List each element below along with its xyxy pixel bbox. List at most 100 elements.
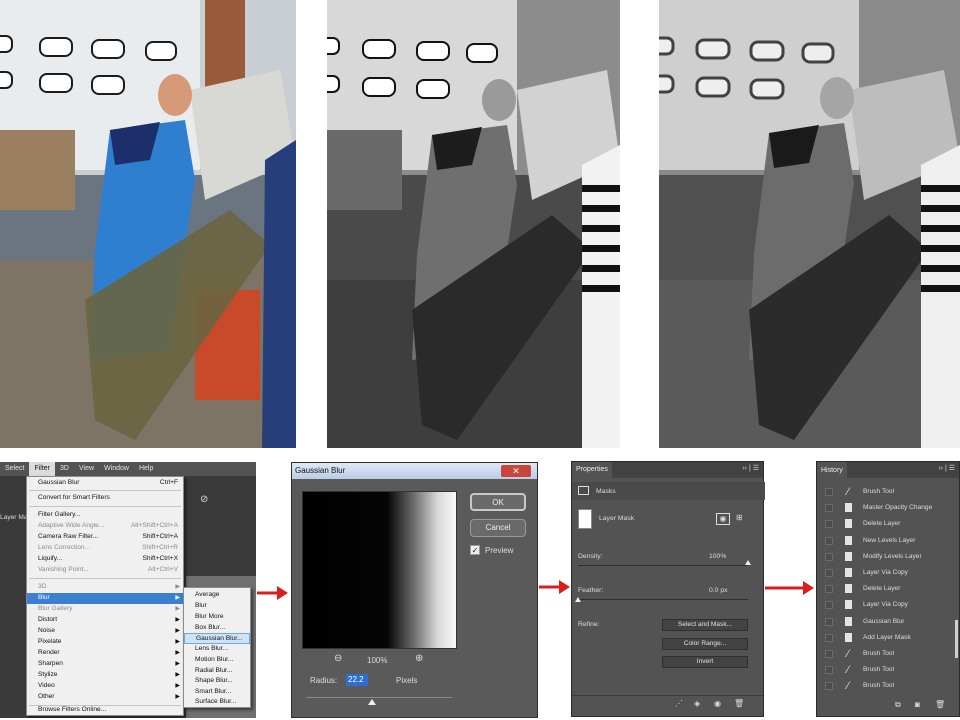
radius-slider-track[interactable]	[306, 697, 452, 698]
snapshot-source-checkbox[interactable]	[825, 488, 833, 496]
history-item[interactable]: ⁄ Brush Tool	[817, 678, 960, 694]
menu-item-filter-gallery[interactable]: Filter Gallery...	[27, 510, 183, 521]
eye-icon[interactable]: ◉	[714, 699, 721, 708]
submenu-item-average[interactable]: Average	[184, 590, 250, 601]
photo-blurred-background	[659, 0, 960, 448]
cancel-button[interactable]: Cancel	[470, 519, 526, 537]
menu-item-last-filter[interactable]: Gaussian Blur Ctrl+F	[27, 478, 183, 489]
snapshot-source-checkbox[interactable]	[825, 552, 833, 561]
apply-mask-icon[interactable]: ◈	[694, 699, 700, 708]
select-and-mask-button[interactable]: Select and Mask...	[662, 619, 748, 631]
menu-item-blur[interactable]: Blur ▶	[27, 593, 183, 604]
menu-item-vanishing-point[interactable]: Vanishing Point... Alt+Ctrl+V	[27, 565, 183, 576]
feather-slider-track[interactable]	[578, 599, 748, 600]
trash-icon[interactable]: 🗑	[734, 699, 744, 708]
panel-menu-icon[interactable]: ›› | ☰	[742, 464, 759, 472]
menu-item-adaptive-wide-angle[interactable]: Adaptive Wide Angle... Alt+Shift+Ctrl+A	[27, 521, 183, 532]
submenu-item-shape-blur[interactable]: Shape Blur...	[184, 676, 250, 687]
radius-slider-thumb[interactable]	[368, 699, 376, 705]
menu-3d[interactable]: 3D	[55, 462, 74, 476]
menu-item-noise[interactable]: Noise ▶	[27, 626, 183, 637]
history-item[interactable]: Delete Layer	[817, 581, 960, 597]
submenu-item-surface-blur[interactable]: Surface Blur...	[184, 697, 250, 708]
menu-item-convert-smart-filters[interactable]: Convert for Smart Filters	[27, 493, 183, 504]
preview-checkbox[interactable]: ✓	[470, 545, 480, 555]
submenu-item-gaussian-blur[interactable]: Gaussian Blur...	[184, 633, 250, 644]
snapshot-source-checkbox[interactable]	[825, 650, 833, 658]
snapshot-source-checkbox[interactable]	[825, 682, 833, 691]
density-slider-thumb[interactable]	[745, 560, 751, 565]
menu-filter[interactable]: Filter	[29, 462, 56, 476]
submenu-item-lens-blur[interactable]: Lens Blur...	[184, 644, 250, 655]
menu-item-sharpen[interactable]: Sharpen ▶	[27, 659, 183, 670]
layer-mask-thumbnail[interactable]	[578, 509, 592, 529]
history-item[interactable]: Add Layer Mask	[817, 630, 960, 646]
history-item[interactable]: ⁄ Brush Tool	[817, 646, 960, 662]
feather-slider-thumb[interactable]	[575, 597, 581, 602]
snapshot-source-checkbox[interactable]	[825, 633, 833, 642]
zoom-out-icon[interactable]: ⊖	[334, 653, 342, 664]
menu-view[interactable]: View	[74, 462, 99, 476]
density-value[interactable]: 100%	[709, 553, 726, 560]
history-item-label: Delete Layer	[863, 520, 901, 528]
menu-item-browse-filters-online[interactable]: Browse Filters Online...	[27, 705, 183, 716]
menu-item-liquify[interactable]: Liquify... Shift+Ctrl+X	[27, 554, 183, 565]
feather-value[interactable]: 0.0 px	[709, 587, 728, 594]
history-item[interactable]: ⁄ Brush Tool	[817, 662, 960, 678]
menu-item-other[interactable]: Other ▶	[27, 692, 183, 703]
menu-item-blur-gallery[interactable]: Blur Gallery ▶	[27, 604, 183, 615]
history-item[interactable]: Delete Layer	[817, 516, 960, 532]
menu-item-pixelate[interactable]: Pixelate ▶	[27, 637, 183, 648]
menu-item-camera-raw[interactable]: Camera Raw Filter... Shift+Ctrl+A	[27, 532, 183, 543]
history-item[interactable]: Gaussian Blur	[817, 614, 960, 630]
menu-item-stylize[interactable]: Stylize ▶	[27, 670, 183, 681]
menu-item-render[interactable]: Render ▶	[27, 648, 183, 659]
tab-properties[interactable]: Properties	[572, 462, 612, 478]
close-button[interactable]: ✕	[501, 465, 531, 477]
snapshot-source-checkbox[interactable]	[825, 536, 833, 545]
radius-input[interactable]: 22.2	[346, 674, 368, 686]
menu-item-distort[interactable]: Distort ▶	[27, 615, 183, 626]
ok-button[interactable]: OK	[470, 493, 526, 511]
history-item[interactable]: Master Opacity Change	[817, 500, 960, 516]
history-item[interactable]: Layer Via Copy	[817, 597, 960, 613]
snapshot-source-checkbox[interactable]	[825, 504, 833, 513]
menu-select[interactable]: Select	[0, 462, 29, 476]
load-selection-icon[interactable]: ⋰	[675, 699, 683, 708]
history-item-label: Brush Tool	[863, 488, 895, 495]
submenu-item-blur-more[interactable]: Blur More	[184, 612, 250, 623]
snapshot-source-checkbox[interactable]	[825, 569, 833, 577]
menu-item-3d[interactable]: 3D ▶	[27, 582, 183, 593]
dialog-title: Gaussian Blur	[295, 466, 346, 475]
snapshot-source-checkbox[interactable]	[825, 601, 833, 610]
snapshot-source-checkbox[interactable]	[825, 520, 833, 529]
snapshot-source-checkbox[interactable]	[825, 585, 833, 594]
scrollbar-thumb[interactable]	[955, 620, 958, 658]
menu-item-lens-correction[interactable]: Lens Correction... Shift+Ctrl+R	[27, 543, 183, 554]
zoom-in-icon[interactable]: ⊕	[415, 653, 423, 664]
snapshot-source-checkbox[interactable]	[825, 666, 833, 675]
vector-mask-icon[interactable]: ⊞	[736, 513, 743, 522]
blur-preview-area[interactable]	[302, 491, 457, 649]
trash-icon[interactable]: 🗑	[935, 700, 945, 709]
history-item[interactable]: Layer Via Copy	[817, 565, 960, 581]
snapshot-source-checkbox[interactable]	[825, 617, 833, 626]
new-document-from-state-icon[interactable]: ⧉	[895, 700, 901, 710]
history-item[interactable]: New Levels Layer	[817, 533, 960, 549]
submenu-item-motion-blur[interactable]: Motion Blur...	[184, 655, 250, 666]
menu-help[interactable]: Help	[134, 462, 158, 476]
history-item[interactable]: ⁄ Brush Tool	[817, 484, 960, 500]
panel-header: History ›› | ☰	[817, 462, 959, 478]
panel-menu-icon[interactable]: ›› | ☰	[938, 464, 955, 472]
color-range-button[interactable]: Color Range...	[662, 638, 748, 650]
camera-icon[interactable]: ◙	[915, 700, 920, 709]
density-slider-track[interactable]	[578, 565, 748, 566]
menu-item-video[interactable]: Video ▶	[27, 681, 183, 692]
history-item[interactable]: Modify Levels Layer	[817, 549, 960, 565]
document-icon	[843, 502, 853, 514]
tab-history[interactable]: History	[817, 462, 847, 478]
invert-button[interactable]: Invert	[662, 656, 748, 668]
menu-window[interactable]: Window	[99, 462, 134, 476]
submenu-item-blur[interactable]: Blur	[184, 601, 250, 612]
pixel-mask-icon[interactable]: ◉	[716, 513, 730, 525]
